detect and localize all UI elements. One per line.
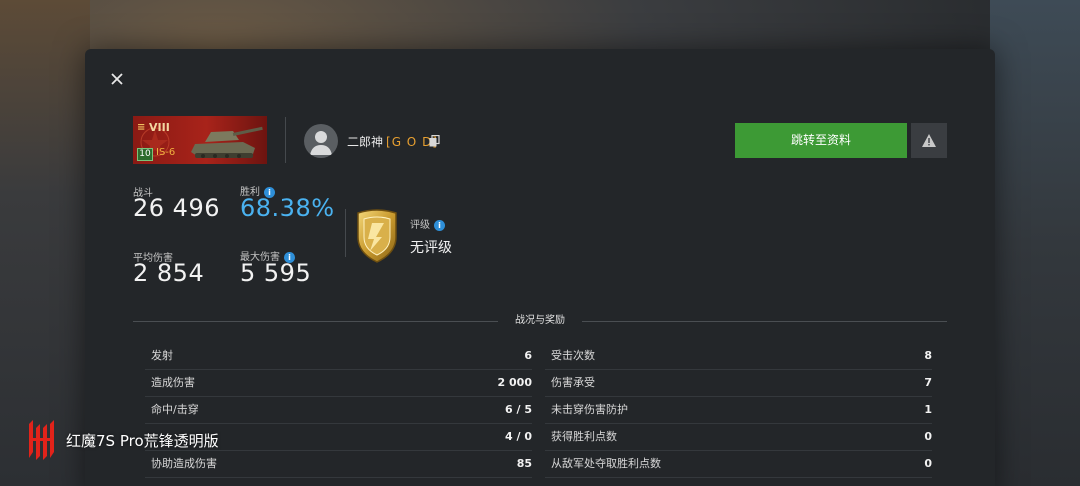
details-column-right: 受击次数 8 伤害承受 7 未击穿伤害防护 1 获得胜利点数 0 从敌军处夺取胜利点数 0 (545, 343, 932, 478)
detail-row: 伤害承受 7 (545, 370, 932, 397)
detail-value: 6 / 5 (505, 403, 532, 416)
detail-row: 从敌军处夺取胜利点数 0 (545, 451, 932, 478)
section-header: 战况与奖励 (133, 314, 947, 328)
avg-damage-value: 2 854 (133, 259, 205, 287)
watermark-text: 红魔7S Pro荒锋透明版 (66, 432, 219, 450)
detail-value: 1 (924, 403, 932, 416)
tank-image (191, 126, 263, 158)
close-icon (111, 73, 123, 85)
tank-name: IS-6 (156, 147, 176, 158)
rating-shield-icon (357, 209, 397, 263)
detail-row: 造成伤害 2 000 (145, 370, 532, 397)
header-divider (285, 117, 286, 163)
detail-row: 获得胜利点数 0 (545, 424, 932, 451)
detail-label: 受击次数 (551, 349, 595, 362)
player-name-row: 二郎神 [G O D] (347, 133, 438, 150)
detail-value: 7 (924, 376, 932, 389)
report-button[interactable] (911, 123, 947, 158)
rating-label-text: 评级 (410, 220, 430, 231)
warning-icon (922, 134, 936, 147)
redmagic-logo-icon (29, 420, 54, 460)
rating-divider (345, 209, 346, 257)
detail-label: 未击穿伤害防护 (551, 403, 628, 416)
detail-value: 6 (524, 349, 532, 362)
tank-card[interactable]: ≡ VIII 10 IS-6 (133, 116, 267, 164)
player-avatar[interactable] (304, 124, 338, 158)
detail-row: 未击穿伤害防护 1 (545, 397, 932, 424)
section-line-right (582, 321, 947, 322)
detail-value: 4 / 0 (505, 430, 532, 443)
background-blur-left (0, 0, 90, 486)
tank-class-icon: ≡ (137, 122, 146, 133)
device-watermark: 红魔7S Pro荒锋透明版 (26, 418, 246, 462)
tank-level-badge: 10 (137, 148, 153, 161)
detail-label: 发射 (151, 349, 173, 362)
close-button[interactable] (107, 69, 127, 89)
player-name: 二郎神 (347, 135, 384, 149)
user-silhouette-icon (310, 131, 332, 155)
detail-label: 获得胜利点数 (551, 430, 617, 443)
winrate-value: 68.38% (240, 194, 335, 222)
copy-icon[interactable] (429, 135, 440, 147)
tank-tier: VIII (149, 121, 170, 134)
rating-value: 无评级 (410, 240, 452, 256)
goto-profile-button[interactable]: 跳转至资料 (735, 123, 907, 158)
detail-label: 造成伤害 (151, 376, 195, 389)
rating-info-icon[interactable]: i (434, 219, 445, 231)
detail-value: 2 000 (497, 376, 532, 389)
detail-value: 8 (924, 349, 932, 362)
max-damage-value: 5 595 (240, 259, 312, 287)
background-blur-right (990, 0, 1080, 486)
detail-value: 0 (924, 457, 932, 470)
detail-value: 0 (924, 430, 932, 443)
battles-value: 26 496 (133, 194, 220, 222)
detail-label: 从敌军处夺取胜利点数 (551, 457, 661, 470)
detail-row: 受击次数 8 (545, 343, 932, 370)
detail-row: 发射 6 (145, 343, 532, 370)
detail-label: 伤害承受 (551, 376, 595, 389)
detail-value: 85 (516, 457, 532, 470)
rating-label: 评级 i (410, 216, 445, 231)
